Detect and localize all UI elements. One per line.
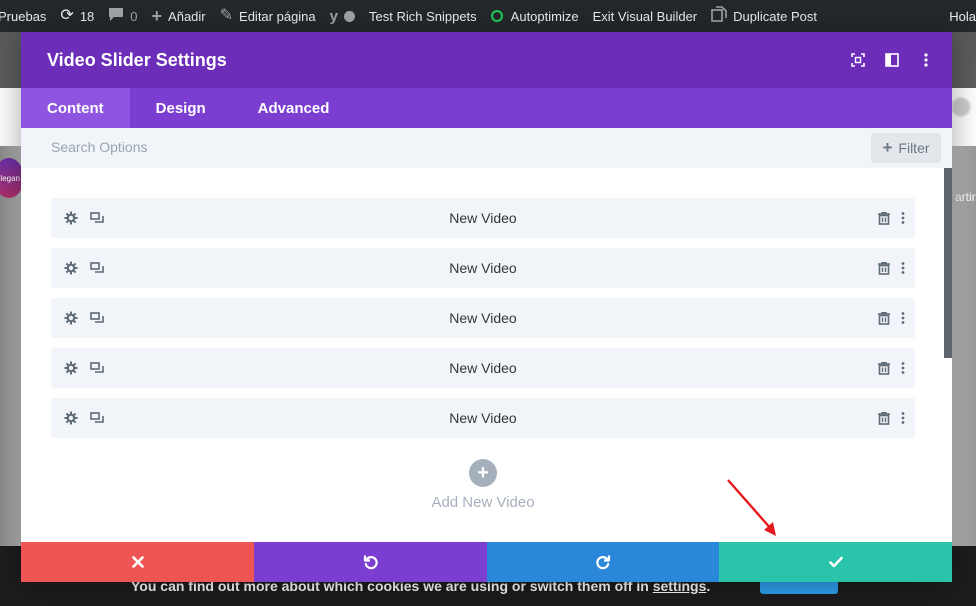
redo-icon [596, 555, 611, 570]
more-vertical-icon[interactable] [901, 411, 905, 425]
video-item[interactable]: New Video [51, 398, 915, 438]
admin-bar-seo[interactable]: y [323, 0, 362, 32]
video-item-label: New Video [449, 310, 517, 326]
save-button[interactable] [719, 542, 952, 582]
comments-count: 0 [130, 8, 138, 24]
tab-content[interactable]: Content [21, 88, 130, 128]
video-item-label: New Video [449, 260, 517, 276]
edit-label: Editar página [239, 8, 316, 24]
admin-bar-site[interactable]: Pruebas [0, 0, 53, 32]
split-view-icon[interactable] [884, 52, 900, 68]
modal-tabs: Content Design Advanced [21, 88, 952, 128]
admin-bar-account[interactable]: Hola [949, 0, 976, 32]
redo-button[interactable] [487, 542, 719, 582]
undo-icon [363, 555, 378, 570]
admin-bar-autoptimize[interactable]: Autoptimize [484, 0, 586, 32]
tab-design[interactable]: Design [130, 88, 232, 128]
trash-icon[interactable] [877, 411, 891, 425]
page-header-left [0, 88, 21, 146]
video-item[interactable]: New Video [51, 348, 915, 388]
more-vertical-icon[interactable] [918, 52, 934, 68]
settings-gear-icon[interactable] [64, 411, 78, 425]
admin-bar-rich-snippets[interactable]: Test Rich Snippets [362, 0, 484, 32]
plus-icon: + [882, 138, 893, 157]
add-new-video-label: Add New Video [431, 494, 535, 511]
admin-bar: Pruebas ⟳ 18 0 + Añadir ✎ Editar página … [0, 0, 976, 32]
admin-bar-edit[interactable]: ✎ Editar página [213, 0, 323, 32]
pencil-icon: ✎ [219, 7, 234, 24]
video-item[interactable]: New Video [51, 248, 915, 288]
page-hero-text: artir [955, 190, 976, 204]
more-vertical-icon[interactable] [901, 311, 905, 325]
tab-advanced[interactable]: Advanced [232, 88, 356, 128]
settings-gear-icon[interactable] [64, 211, 78, 225]
site-name: Pruebas [0, 8, 47, 24]
add-plus-icon[interactable]: + [469, 459, 497, 487]
duplicate-icon[interactable] [90, 361, 104, 375]
settings-gear-icon[interactable] [64, 261, 78, 275]
autoptimize-status-icon [490, 10, 503, 22]
more-vertical-icon[interactable] [901, 361, 905, 375]
trash-icon[interactable] [877, 361, 891, 375]
autoptimize-label: Autoptimize [510, 8, 579, 24]
settings-gear-icon[interactable] [64, 311, 78, 325]
duplicate-icon [711, 6, 727, 26]
globe-icon [951, 97, 971, 117]
trash-icon[interactable] [877, 211, 891, 225]
video-item[interactable]: New Video [51, 298, 915, 338]
seo-status-dot [344, 10, 355, 22]
modal-footer [21, 542, 952, 582]
duplicate-icon[interactable] [90, 261, 104, 275]
plus-icon: + [151, 6, 163, 26]
settings-gear-icon[interactable] [64, 361, 78, 375]
duplicate-icon[interactable] [90, 311, 104, 325]
search-row: + Filter [21, 128, 952, 168]
check-icon [828, 556, 843, 568]
video-item[interactable]: New Video [51, 198, 915, 238]
duplicate-icon[interactable] [90, 411, 104, 425]
video-item-label: New Video [449, 210, 517, 226]
trash-icon[interactable] [877, 311, 891, 325]
focus-icon[interactable] [850, 52, 866, 68]
video-item-label: New Video [449, 360, 517, 376]
admin-bar-duplicate[interactable]: Duplicate Post [704, 0, 824, 32]
filter-label: Filter [898, 140, 930, 156]
exit-builder-label: Exit Visual Builder [592, 8, 698, 24]
scrollbar-thumb[interactable] [944, 168, 952, 358]
filter-button[interactable]: + Filter [871, 133, 941, 163]
admin-bar-comments[interactable]: 0 [101, 0, 144, 32]
search-options-input[interactable] [51, 139, 551, 155]
page-hero-right [952, 146, 976, 546]
admin-bar-new[interactable]: + Añadir [145, 0, 213, 32]
yoast-icon: y [329, 7, 338, 25]
undo-button[interactable] [254, 542, 487, 582]
video-items-list: New Video New Video New Video New Video … [51, 198, 915, 448]
greeting-label: Hola [949, 8, 976, 24]
modal-header[interactable]: Video Slider Settings [21, 32, 952, 88]
admin-bar-updates[interactable]: ⟳ 18 [53, 0, 101, 32]
modal-title: Video Slider Settings [47, 49, 227, 70]
more-vertical-icon[interactable] [901, 261, 905, 275]
admin-bar-exit-builder[interactable]: Exit Visual Builder [586, 0, 705, 32]
updates-count: 18 [79, 8, 95, 24]
video-item-label: New Video [449, 410, 517, 426]
page-logo-text: legan [0, 173, 20, 183]
new-label: Añadir [168, 8, 206, 24]
more-vertical-icon[interactable] [901, 211, 905, 225]
cancel-icon [131, 556, 144, 568]
page-hero-left [0, 146, 21, 546]
comment-icon [108, 7, 124, 26]
trash-icon[interactable] [877, 261, 891, 275]
duplicate-label: Duplicate Post [733, 8, 817, 24]
duplicate-icon[interactable] [90, 211, 104, 225]
updates-icon: ⟳ [60, 7, 74, 24]
add-new-video[interactable]: + Add New Video [51, 459, 915, 511]
cancel-button[interactable] [21, 542, 254, 582]
rich-snippets-label: Test Rich Snippets [369, 8, 477, 24]
